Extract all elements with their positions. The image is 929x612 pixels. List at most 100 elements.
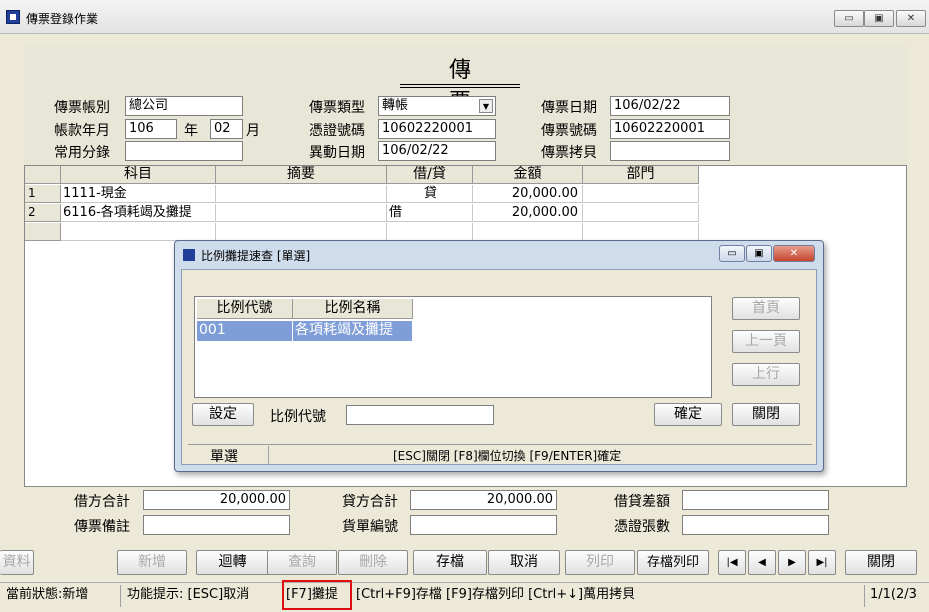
window-title: 傳票登錄作業 xyxy=(26,12,99,26)
bill-no-label: 貨單編號 xyxy=(342,519,398,535)
bill-no-field[interactable] xyxy=(410,515,557,535)
ratio-code-label: 比例代號 xyxy=(270,409,326,425)
hint-suffix: [Ctrl+F9]存檔 [F9]存檔列印 [Ctrl+↓]萬用拷貝 xyxy=(356,587,636,602)
data-button[interactable]: 資料 xyxy=(0,550,34,575)
dialog-close-action-button[interactable]: 關閉 xyxy=(732,403,800,426)
cell-summary[interactable] xyxy=(216,185,387,203)
chevron-down-icon[interactable]: ▼ xyxy=(479,99,493,113)
delete-button[interactable]: 刪除 xyxy=(338,550,408,575)
row-number[interactable]: 2 xyxy=(25,204,61,222)
prev-row-button[interactable]: 上行 xyxy=(732,363,800,386)
close-button[interactable]: ✕ xyxy=(896,10,926,27)
change-date-field[interactable]: 106/02/22 xyxy=(378,141,496,161)
last-record-icon[interactable]: ▶| xyxy=(808,550,836,575)
type-select-value: 轉帳 xyxy=(382,98,409,113)
dialog-statusbar: 單選 [ESC]關閉 [F8]欄位切換 [F9/ENTER]確定 xyxy=(188,444,812,465)
save-print-button[interactable]: 存檔列印 xyxy=(637,550,709,575)
status-divider xyxy=(864,585,865,607)
account-field[interactable]: 總公司 xyxy=(125,96,243,116)
close-window-button[interactable]: 關閉 xyxy=(845,550,917,575)
period-label: 帳款年月 xyxy=(54,123,110,139)
settings-button[interactable]: 設定 xyxy=(192,403,254,426)
dialog-minimize-button[interactable]: ▭ xyxy=(719,245,745,262)
dialog-close-button[interactable]: ✕ xyxy=(773,245,815,262)
credit-total-field: 20,000.00 xyxy=(410,490,557,510)
ratio-list[interactable]: 比例代號 比例名稱 001 各項耗竭及攤提 xyxy=(194,296,712,398)
minimize-button[interactable]: ▭ xyxy=(834,10,864,27)
cert-no-field[interactable]: 10602220001 xyxy=(378,119,496,139)
dialog-status-divider xyxy=(268,446,269,464)
hint-prefix: 功能提示: [ESC]取消 xyxy=(127,587,250,602)
grid-header-subject[interactable]: 科目 xyxy=(61,166,216,184)
page-indicator: 1/1(2/3 xyxy=(870,587,917,602)
cell-summary[interactable] xyxy=(216,223,387,241)
title-underline xyxy=(400,87,520,88)
change-date-label: 異動日期 xyxy=(309,145,365,161)
cell-amount[interactable]: 20,000.00 xyxy=(473,185,583,203)
first-page-button[interactable]: 首頁 xyxy=(732,297,800,320)
save-button[interactable]: 存檔 xyxy=(413,550,487,575)
cell-dc[interactable] xyxy=(387,223,473,241)
cell-summary[interactable] xyxy=(216,204,387,222)
grid-corner xyxy=(25,166,61,184)
grid-header-dept[interactable]: 部門 xyxy=(583,166,699,184)
row-number[interactable]: 1 xyxy=(25,185,61,203)
grid-header-summary[interactable]: 摘要 xyxy=(216,166,387,184)
confirm-button[interactable]: 確定 xyxy=(654,403,722,426)
cell-amount[interactable] xyxy=(473,223,583,241)
window-titlebar xyxy=(0,0,929,34)
cell-dc[interactable]: 貸 xyxy=(387,185,473,203)
ratio-code-input[interactable] xyxy=(346,405,494,425)
copy-field[interactable] xyxy=(610,141,730,161)
print-button[interactable]: 列印 xyxy=(565,550,635,575)
year-field[interactable]: 106 xyxy=(125,119,177,139)
cell-subject[interactable] xyxy=(61,223,216,241)
maximize-button[interactable]: ▣ xyxy=(864,10,894,27)
cert-no-label: 憑證號碼 xyxy=(309,123,365,139)
cell-dept[interactable] xyxy=(583,185,699,203)
debit-total-label: 借方合計 xyxy=(74,494,130,510)
ratio-lookup-dialog: 比例攤提速查 [單選] ▭ ▣ ✕ 比例代號 比例名稱 001 各項耗竭及攤提 … xyxy=(174,240,824,472)
voucher-no-field[interactable]: 10602220001 xyxy=(610,119,730,139)
first-record-icon[interactable]: |◀ xyxy=(718,550,746,575)
list-item-name[interactable]: 各項耗竭及攤提 xyxy=(293,321,413,341)
diff-label: 借貸差額 xyxy=(614,494,670,510)
date-field[interactable]: 106/02/22 xyxy=(610,96,730,116)
list-header-code[interactable]: 比例代號 xyxy=(197,299,293,319)
cell-dc[interactable]: 借 xyxy=(387,204,473,222)
voucher-no-label: 傳票號碼 xyxy=(541,123,597,139)
cell-dept[interactable] xyxy=(583,223,699,241)
cert-count-field[interactable] xyxy=(682,515,829,535)
app-icon xyxy=(6,10,20,24)
prev-page-button[interactable]: 上一頁 xyxy=(732,330,800,353)
category-field[interactable] xyxy=(125,141,243,161)
cell-dept[interactable] xyxy=(583,204,699,222)
cell-amount[interactable]: 20,000.00 xyxy=(473,204,583,222)
row-number-new[interactable] xyxy=(25,223,61,241)
year-unit: 年 xyxy=(184,123,198,139)
f7-highlight-box xyxy=(282,580,352,610)
cell-subject[interactable]: 1111-現金 xyxy=(61,185,216,203)
grid-header-dc[interactable]: 借/貸 xyxy=(387,166,473,184)
prev-record-icon[interactable]: ◀ xyxy=(748,550,776,575)
list-header-name[interactable]: 比例名稱 xyxy=(293,299,413,319)
dialog-app-icon xyxy=(183,249,195,261)
type-select[interactable]: 轉帳 ▼ xyxy=(378,96,496,116)
list-item-code[interactable]: 001 xyxy=(197,321,293,341)
dialog-maximize-button[interactable]: ▣ xyxy=(746,245,772,262)
grid-header-amount[interactable]: 金額 xyxy=(473,166,583,184)
status-divider xyxy=(120,585,121,607)
next-record-icon[interactable]: ▶ xyxy=(778,550,806,575)
copy-label: 傳票拷貝 xyxy=(541,145,597,161)
cell-subject[interactable]: 6116-各項耗竭及攤提 xyxy=(61,204,216,222)
query-button[interactable]: 查詢 xyxy=(267,550,337,575)
dialog-mode: 單選 xyxy=(210,449,238,465)
remark-field[interactable] xyxy=(143,515,290,535)
month-field[interactable]: 02 xyxy=(210,119,243,139)
cancel-button[interactable]: 取消 xyxy=(488,550,560,575)
date-label: 傳票日期 xyxy=(541,100,597,116)
transfer-button[interactable]: 迴轉 xyxy=(196,550,269,575)
dialog-hint: [ESC]關閉 [F8]欄位切換 [F9/ENTER]確定 xyxy=(393,449,622,463)
add-button[interactable]: 新增 xyxy=(117,550,187,575)
type-label: 傳票類型 xyxy=(309,100,365,116)
